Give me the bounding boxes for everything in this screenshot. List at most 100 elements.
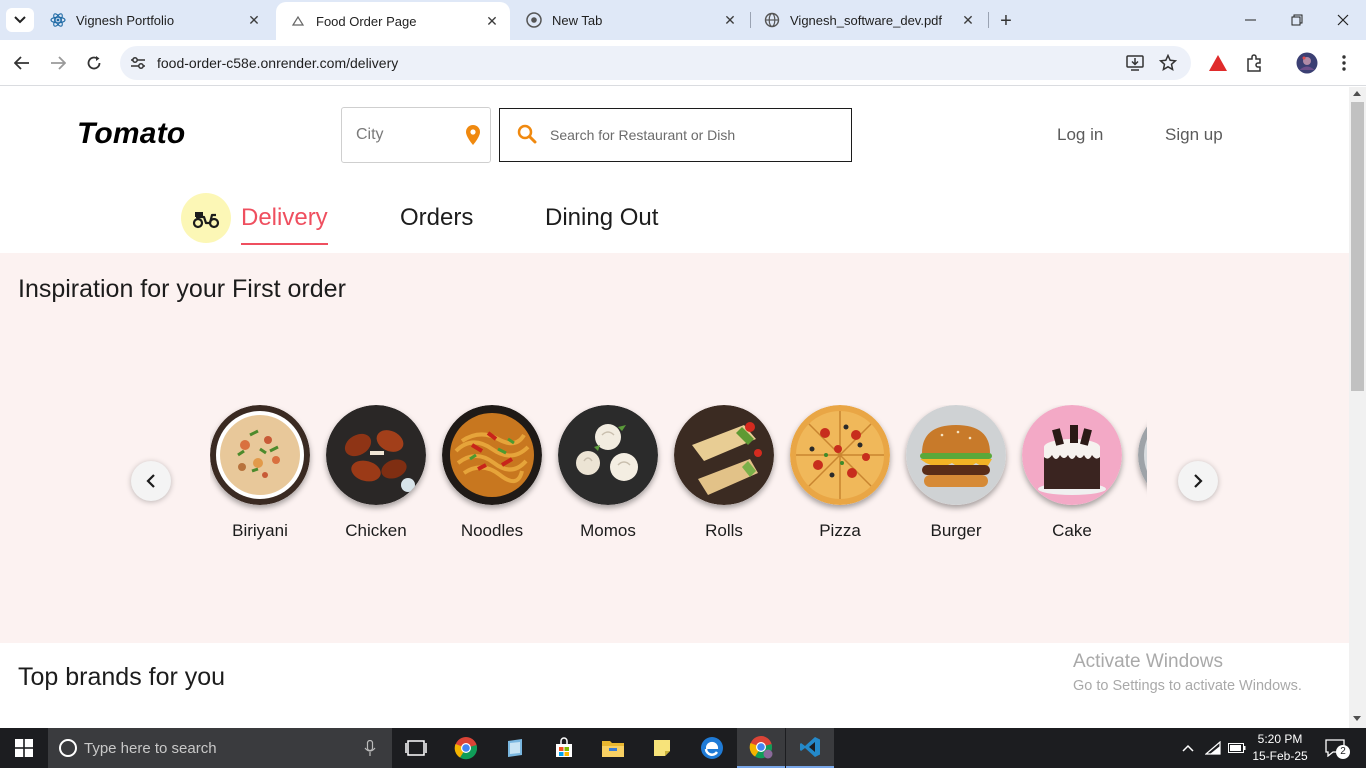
browser-tab-new-tab[interactable]: New Tab ✕ bbox=[512, 0, 748, 40]
browser-tab-pdf[interactable]: Vignesh_software_dev.pdf ✕ bbox=[750, 0, 986, 40]
chicken-image bbox=[326, 405, 426, 505]
page-scrollbar[interactable] bbox=[1349, 87, 1366, 728]
taskbar-search-placeholder: Type here to search bbox=[84, 740, 217, 757]
food-item-chicken[interactable]: Chicken bbox=[326, 405, 426, 540]
login-link[interactable]: Log in bbox=[1057, 125, 1103, 145]
url-text: food-order-c58e.onrender.com/delivery bbox=[157, 55, 399, 71]
file-explorer-icon[interactable] bbox=[589, 728, 637, 768]
momos-image bbox=[558, 405, 658, 505]
forward-arrow-icon[interactable] bbox=[45, 50, 71, 76]
new-tab-plus-icon[interactable]: + bbox=[994, 9, 1018, 33]
food-item-partial[interactable] bbox=[1138, 405, 1147, 505]
site-info-icon[interactable] bbox=[128, 53, 148, 73]
tab-orders[interactable]: Orders bbox=[400, 204, 473, 232]
chrome-running-icon[interactable] bbox=[737, 728, 785, 768]
tab-search-button[interactable] bbox=[6, 8, 34, 32]
edge-browser-icon[interactable] bbox=[688, 728, 736, 768]
chrome-icon bbox=[526, 12, 542, 28]
windows-start-icon[interactable] bbox=[0, 728, 48, 768]
watermark-title: Activate Windows bbox=[1073, 651, 1223, 672]
food-item-rolls[interactable]: Rolls bbox=[674, 405, 774, 540]
microsoft-store-icon[interactable] bbox=[540, 728, 588, 768]
profile-avatar[interactable] bbox=[1296, 52, 1318, 74]
close-icon[interactable]: ✕ bbox=[958, 10, 978, 30]
windows-taskbar: Type here to search 5:20 PM 15-Feb-25 2 bbox=[0, 728, 1366, 768]
location-pin-icon bbox=[465, 124, 481, 151]
extensions-puzzle-icon[interactable] bbox=[1243, 52, 1265, 74]
active-tab-underline bbox=[241, 243, 328, 245]
noodles-image bbox=[442, 405, 542, 505]
back-arrow-icon[interactable] bbox=[9, 50, 35, 76]
notepad-app-icon[interactable] bbox=[491, 728, 539, 768]
category-tabs: Delivery Orders Dining Out bbox=[0, 187, 1349, 253]
browser-tab-food-order[interactable]: Food Order Page ✕ bbox=[276, 2, 510, 40]
cortana-circle-icon bbox=[59, 739, 77, 757]
tab-delivery[interactable]: Delivery bbox=[241, 204, 328, 232]
city-selector[interactable] bbox=[341, 107, 491, 163]
watermark-subtitle: Go to Settings to activate Windows. bbox=[1073, 678, 1302, 694]
close-icon[interactable]: ✕ bbox=[482, 11, 502, 31]
notification-center-icon[interactable]: 2 bbox=[1318, 728, 1352, 768]
activate-windows-watermark: Activate Windows Go to Settings to activ… bbox=[1073, 651, 1302, 694]
delivery-scooter-icon[interactable] bbox=[181, 193, 231, 243]
search-input[interactable] bbox=[550, 127, 840, 143]
browser-tab-portfolio[interactable]: Vignesh Portfolio ✕ bbox=[36, 0, 272, 40]
chrome-taskbar-icon[interactable] bbox=[442, 728, 490, 768]
rolls-image bbox=[674, 405, 774, 505]
tab-title: New Tab bbox=[552, 12, 603, 28]
food-item-cake[interactable]: Cake bbox=[1022, 405, 1122, 540]
react-icon bbox=[50, 12, 66, 28]
window-close-icon[interactable] bbox=[1320, 0, 1366, 40]
clock-time: 5:20 PM bbox=[1257, 732, 1303, 746]
food-label: Cake bbox=[1052, 521, 1092, 540]
clock-date: 15-Feb-25 bbox=[1252, 749, 1308, 763]
taskbar-clock[interactable]: 5:20 PM 15-Feb-25 bbox=[1250, 731, 1310, 765]
carousel-prev-button[interactable] bbox=[131, 461, 171, 501]
task-view-icon[interactable] bbox=[392, 728, 440, 768]
battery-icon[interactable] bbox=[1226, 728, 1248, 768]
city-input[interactable] bbox=[356, 126, 461, 144]
chevron-right-icon bbox=[1194, 474, 1203, 488]
section-title: Inspiration for your First order bbox=[18, 275, 346, 303]
notification-count-badge: 2 bbox=[1336, 745, 1350, 759]
scrollbar-thumb[interactable] bbox=[1351, 102, 1364, 391]
tab-title: Vignesh Portfolio bbox=[76, 12, 175, 28]
taskbar-search-box[interactable]: Type here to search bbox=[48, 728, 392, 768]
biriyani-image bbox=[210, 405, 310, 505]
microphone-icon[interactable] bbox=[364, 740, 376, 757]
signup-link[interactable]: Sign up bbox=[1165, 125, 1223, 145]
food-item-noodles[interactable]: Noodles bbox=[442, 405, 542, 540]
bookmark-star-icon[interactable] bbox=[1158, 53, 1178, 73]
restore-icon[interactable] bbox=[1274, 0, 1320, 40]
tab-title: Food Order Page bbox=[316, 13, 417, 29]
close-icon[interactable]: ✕ bbox=[244, 10, 264, 30]
vscode-icon[interactable] bbox=[786, 728, 834, 768]
tab-dining-out[interactable]: Dining Out bbox=[545, 204, 658, 232]
food-item-pizza[interactable]: Pizza bbox=[790, 405, 890, 540]
food-carousel: Biriyani Chicken Noodles Momos Rolls Piz… bbox=[210, 405, 1147, 565]
restaurant-search[interactable] bbox=[499, 108, 852, 162]
tab-separator bbox=[988, 12, 989, 28]
carousel-next-button[interactable] bbox=[1178, 461, 1218, 501]
sticky-notes-icon[interactable] bbox=[638, 728, 686, 768]
close-icon[interactable]: ✕ bbox=[720, 10, 740, 30]
browser-toolbar: food-order-c58e.onrender.com/delivery bbox=[0, 40, 1366, 86]
install-app-icon[interactable] bbox=[1125, 53, 1145, 73]
tray-chevron-up-icon[interactable] bbox=[1178, 728, 1198, 768]
warning-extension-icon[interactable] bbox=[1207, 52, 1229, 74]
globe-icon bbox=[764, 12, 780, 28]
inspiration-section: Inspiration for your First order Biriyan… bbox=[0, 253, 1349, 643]
food-item-burger[interactable]: Burger bbox=[906, 405, 1006, 540]
more-menu-icon[interactable] bbox=[1333, 52, 1355, 74]
food-item-momos[interactable]: Momos bbox=[558, 405, 658, 540]
wifi-icon[interactable] bbox=[1202, 728, 1224, 768]
scroll-down-arrow-icon[interactable] bbox=[1353, 716, 1361, 721]
scroll-up-arrow-icon[interactable] bbox=[1353, 91, 1361, 96]
browser-tab-strip: Vignesh Portfolio ✕ Food Order Page ✕ Ne… bbox=[0, 0, 1366, 40]
page-viewport: Tomato Log in Sign up Delivery Orders Di… bbox=[0, 87, 1349, 728]
minimize-icon[interactable] bbox=[1228, 0, 1274, 40]
food-item-biriyani[interactable]: Biriyani bbox=[210, 405, 310, 540]
reload-icon[interactable] bbox=[81, 50, 107, 76]
address-bar[interactable]: food-order-c58e.onrender.com/delivery bbox=[120, 46, 1191, 80]
site-logo[interactable]: Tomato bbox=[77, 117, 185, 151]
